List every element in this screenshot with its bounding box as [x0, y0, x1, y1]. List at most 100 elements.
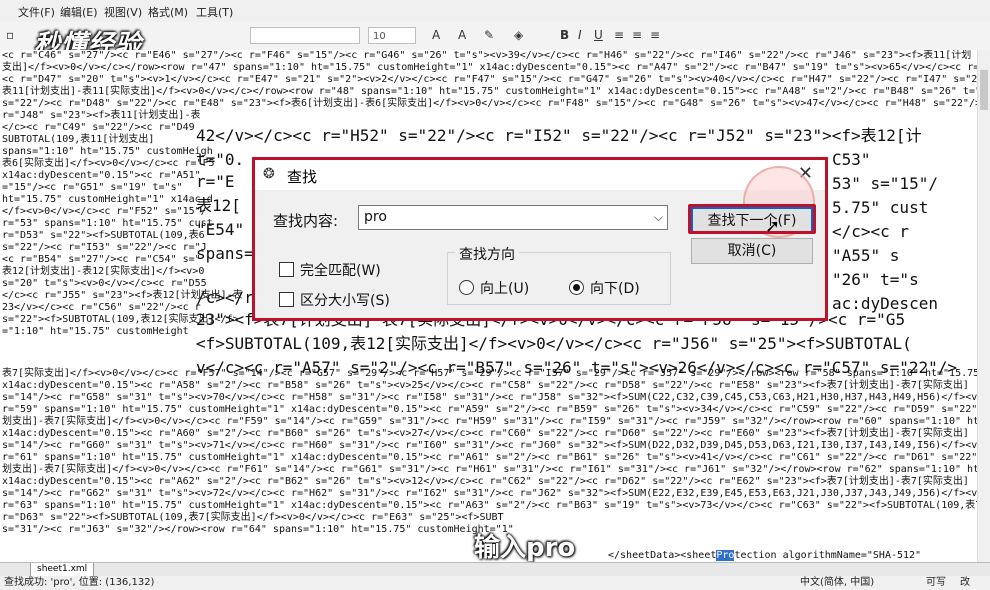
find-label: 查找内容: [273, 212, 339, 230]
editor-line-large: spans= [196, 244, 254, 263]
search-match-highlight: Pro [716, 550, 735, 561]
find-next-highlight [688, 204, 816, 234]
sheet-tab-bar: sheet1.xml [0, 562, 990, 577]
editor-line: spans="1:10" ht="15.75" customHeigh [2, 146, 213, 157]
editor-line: 23</v></c><c r="C56" s="22"/><c r [2, 302, 201, 313]
align-right-icon[interactable]: ≡ [650, 28, 660, 42]
editor-line: s="22"/><c r="D48" s="22"/><c r="E48" s=… [2, 98, 978, 109]
editor-line: ="15"/><c r="G51" s="19" t="s" [2, 182, 183, 193]
editor-line: 划支出]-表7[实际支出]</f><v>0</v></c><c r="F59" … [2, 416, 978, 427]
status-bar: 查找成功: 'pro', 位置: (136,132) 中文(简体, 中国) 可写… [0, 576, 990, 590]
find-app-icon: ❂ [263, 166, 275, 182]
chevron-down-icon[interactable]: ⌵ [654, 206, 663, 229]
editor-line: r="61" spans="1:10" ht="15.75" customHei… [2, 452, 978, 463]
editor-line: x14ac:dyDescent="0.15"><c r="A58" s="2"/… [2, 380, 969, 391]
editor-fragment: 5.75" cust [832, 198, 929, 217]
editor-fragment: 53" s="15"/ [832, 174, 938, 193]
editor-line: s="14"/><c r="G62" s="31" t="s"><v>72</v… [2, 488, 978, 499]
mouse-pointer-icon: ➚ [765, 216, 781, 237]
editor-line-large: v</c><c r="A57" s="2"/><c r="B57" s="26"… [196, 358, 957, 377]
editor-line: x14ac:dyDescent="0.15"><c r="A51" [2, 170, 201, 181]
video-caption: 输入pro [474, 533, 576, 563]
checkbox-box [279, 292, 294, 307]
editor-line: 支出]</f><v>0</v></c></row><row r="47" spa… [2, 62, 978, 73]
status-message: 查找成功: 'pro', 位置: (136,132) [4, 577, 155, 588]
editor-line: ht="15.75" customHeight="1" x14ac:d [2, 194, 213, 205]
editor-line: SUBTOTAL(109,表11[计划支出] [2, 134, 155, 145]
editor-line-large: <f>SUBTOTAL(109,表12[实际支出]</f><v>0</v></c… [196, 334, 912, 353]
pen-icon[interactable]: ✎ [484, 28, 494, 42]
match-whole-checkbox[interactable]: 完全匹配(W) [279, 260, 381, 280]
editor-line-large: t="0. [196, 150, 245, 169]
find-input[interactable]: pro ⌵ [358, 205, 668, 230]
editor-line-large: r="E [196, 172, 235, 191]
bold-icon[interactable]: B [560, 28, 569, 42]
find-dialog: ❂ 查找 ✕ 查找内容: pro ⌵ 查找下一个(F) 取消(C) ➚ 完全匹配… [252, 157, 828, 321]
direction-label: 查找方向 [455, 244, 519, 264]
checkbox-box [279, 262, 294, 277]
editor-line: s="14"/><c r="G58" s="31" t="s"><v>70</v… [2, 392, 978, 403]
match-whole-label: 完全匹配(W) [300, 263, 381, 279]
editor-line: r="53" spans="1:10" ht="15.75" cust [2, 218, 213, 229]
find-input-value: pro [364, 209, 387, 225]
menu-tools[interactable]: 工具(T) [196, 4, 233, 20]
text-before-match: </sheetData><sheet [608, 550, 717, 561]
font-color-icon[interactable]: A [432, 28, 440, 42]
editor-line: <c r="D47" s="20" t="s"><v>1</v></c><c r… [2, 74, 978, 85]
editor-line: s="31"/><c r="J63" s="32"/></row><row r=… [2, 524, 514, 535]
editor-line: r="59" spans="1:10" ht="15.75" customHei… [2, 404, 978, 415]
radio-circle [459, 280, 474, 295]
editor-fragment: "A55" s [832, 246, 900, 265]
menu-view[interactable]: 视图(V) [104, 4, 142, 20]
menu-format[interactable]: 格式(M) [148, 4, 188, 20]
new-file-icon[interactable]: ▫ [6, 28, 14, 42]
editor-line: x14ac:dyDescent="0.15"><c r="A62" s="2"/… [2, 476, 969, 487]
font-size-select[interactable]: 10 [368, 27, 416, 44]
align-left-icon[interactable]: ≡ [614, 28, 624, 42]
editor-line: x14ac:dyDescent="0.15"><c r="A60" s="2"/… [2, 428, 969, 439]
editor-line: </c><c r="C49" s="22"/><c r="D49 [2, 122, 195, 133]
editor-line: <c r="B54" s="27"/><c r="C54" s=" [2, 254, 201, 265]
fill-icon[interactable]: ◈ [514, 28, 523, 42]
dialog-title: 查找 [287, 168, 318, 186]
direction-up-label: 向上(U) [480, 281, 530, 297]
editor-line-large: "E54" [196, 220, 245, 239]
scrollbar-thumb[interactable] [980, 70, 988, 110]
direction-up-radio[interactable]: 向上(U) [459, 278, 529, 298]
editor-fragment: "26" t="s [832, 270, 919, 289]
menu-file[interactable]: 文件(F) [18, 4, 55, 20]
text-after-match: tection algorithmName="SHA-512" [734, 550, 922, 561]
italic-icon[interactable]: I [578, 28, 582, 42]
status-encoding: 中文(简体, 中国) [800, 577, 875, 588]
editor-line-large: 表12[ [196, 196, 241, 215]
editor-line: </f><v>0</v></c><c r="F52" s="15"/ [2, 206, 207, 217]
underline-icon[interactable]: U [594, 28, 603, 42]
editor-line: 划支出]-表7[实际支出]</f><v>0</v></c><c r="F61" … [2, 464, 978, 475]
editor-line: s="14"/><c r="G60" s="31" t="s"><v>71</v… [2, 440, 978, 451]
editor-fragment: ac:dyDescen [832, 294, 938, 313]
menu-edit[interactable]: 编辑(E) [60, 4, 98, 20]
editor-line: 表12[计划支出]-表12[实际支出]</f><v>0 [2, 266, 205, 277]
cancel-button[interactable]: 取消(C) [691, 238, 813, 264]
status-mode: 可写 [926, 577, 946, 588]
tab-sheet1-xml[interactable]: sheet1.xml [30, 563, 95, 577]
editor-line: r="63" spans="1:10" ht="15.75" customHei… [2, 500, 978, 511]
dialog-title-bar[interactable]: ❂ 查找 ✕ [255, 160, 825, 190]
editor-line: 表11[计划支出]-表11[实际支出]</f><v>0</v></c></row… [2, 86, 978, 97]
editor-line: 表6[实际支出]</f><v>0</v></c><c r="F5 [2, 158, 215, 169]
editor-line-large: 42</v></c><c r="H52" s="22"/><c r="I52" … [196, 126, 922, 145]
menu-bar: 文件(F) 编辑(E) 视图(V) 格式(M) 工具(T) [0, 0, 990, 23]
direction-down-label: 向下(D) [590, 281, 640, 297]
match-case-checkbox[interactable]: 区分大小写(S) [279, 290, 390, 310]
editor-line-large: /c></r [196, 288, 254, 307]
font-color-alt-icon[interactable]: A [458, 28, 466, 42]
editor-fragment: C53" [832, 150, 871, 169]
align-center-icon[interactable]: ≡ [632, 28, 642, 42]
editor-line: s="22"/><c r="I53" s="22"/><c r="J [2, 242, 207, 253]
font-name-select[interactable] [250, 27, 360, 44]
direction-down-radio[interactable]: 向下(D) [569, 278, 640, 298]
vertical-scrollbar[interactable] [977, 50, 990, 562]
toolbar: ▫ 10 A A ✎ ◈ B I U ≡ ≡ ≡ [0, 22, 990, 51]
editor-line: r="D63" s="22"><f>SUBTOTAL(109,表7[实际支出]<… [2, 512, 504, 523]
editor-line: r="J48" s="23"><f>表11[计划支出]-表 [2, 110, 201, 121]
